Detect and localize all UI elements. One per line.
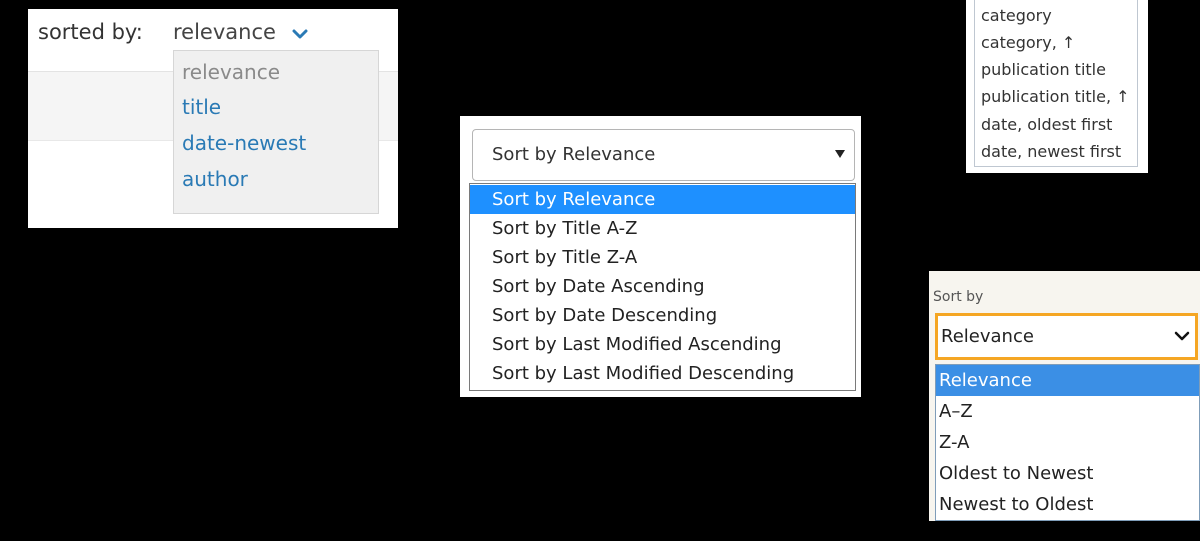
sort-selected-value[interactable]: relevance [173,14,276,50]
menu-item-author[interactable]: author [182,164,248,194]
menu-item-relevance[interactable]: relevance [182,57,280,87]
chevron-down-icon [1174,331,1190,341]
sort-select[interactable]: Relevance [935,313,1198,360]
option-date-newest-first[interactable]: date, newest first [981,140,1121,164]
dropdown-arrow-icon [835,150,845,158]
sort-options-list: Sort by Relevance Sort by Title A-Z Sort… [469,183,856,391]
option-relevance[interactable]: Sort by Relevance [470,185,855,214]
sort-options-list: category category, ↑ publication title p… [974,0,1138,167]
option-title-z-a[interactable]: Sort by Title Z-A [470,243,855,272]
option-oldest-to-newest[interactable]: Oldest to Newest [936,458,1199,489]
menu-item-date-newest[interactable]: date-newest [182,128,306,158]
sort-by-label: Sort by [933,289,984,305]
option-date-descending[interactable]: Sort by Date Descending [470,301,855,330]
option-last-modified-ascending[interactable]: Sort by Last Modified Ascending [470,330,855,359]
sort-select[interactable]: Sort by Relevance [472,129,855,181]
sort-widget-4: Sort by Relevance Relevance A–Z Z-A Olde… [929,271,1200,521]
option-date-oldest-first[interactable]: date, oldest first [981,113,1112,137]
option-publication-title-ascending[interactable]: publication title, ↑ [981,85,1130,109]
option-last-modified-descending[interactable]: Sort by Last Modified Descending [470,359,855,388]
sort-widget-2: Sort by Relevance Sort by Relevance Sort… [460,116,861,397]
option-date-ascending[interactable]: Sort by Date Ascending [470,272,855,301]
option-z-a[interactable]: Z-A [936,427,1199,458]
option-publication-title[interactable]: publication title [981,58,1106,82]
option-category[interactable]: category [981,4,1052,28]
sort-options-list: Relevance A–Z Z-A Oldest to Newest Newes… [935,364,1200,521]
sort-dropdown-menu: relevance title date-newest author [173,50,379,214]
option-a-z[interactable]: A–Z [936,396,1199,427]
sort-widget-3: category category, ↑ publication title p… [966,0,1148,173]
sort-select-value: Sort by Relevance [492,144,656,165]
menu-item-title[interactable]: title [182,92,221,122]
option-title-a-z[interactable]: Sort by Title A-Z [470,214,855,243]
sort-select-value: Relevance [941,326,1034,347]
sort-label: sorted by: [38,20,143,44]
option-relevance[interactable]: Relevance [936,365,1199,396]
chevron-down-icon[interactable] [292,29,308,39]
sort-widget-1: sorted by: relevance relevance title dat… [28,9,398,228]
option-newest-to-oldest[interactable]: Newest to Oldest [936,489,1199,520]
option-category-ascending[interactable]: category, ↑ [981,31,1075,55]
